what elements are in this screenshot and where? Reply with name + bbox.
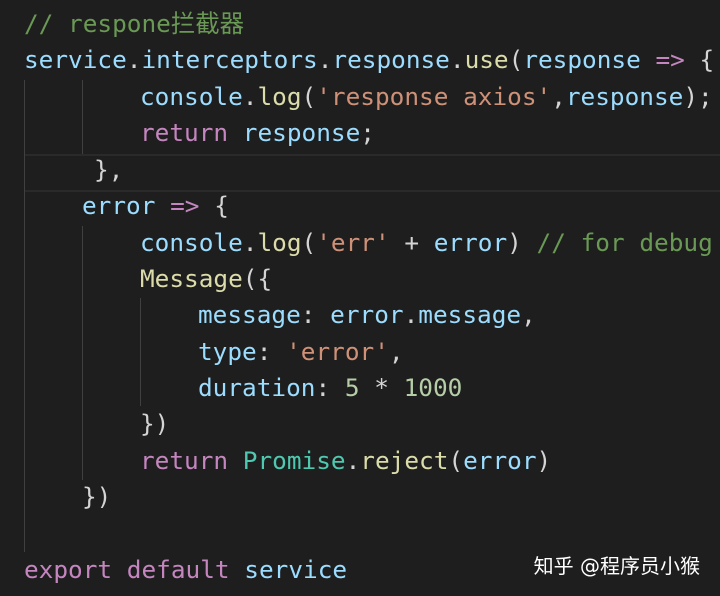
code-line-8: Message({: [140, 261, 272, 297]
identifier: response: [565, 82, 684, 111]
comment: // respone拦截器: [24, 9, 245, 38]
keyword: return: [140, 446, 229, 475]
code-line-12: }): [140, 406, 169, 442]
punctuation: ): [536, 446, 552, 475]
watermark: 知乎 @程序员小猴: [533, 554, 700, 578]
code-line-11: duration: 5 * 1000: [198, 370, 462, 406]
indent-guide: [24, 80, 25, 190]
punctuation: .: [317, 45, 333, 74]
indent-guide: [82, 80, 83, 154]
code-line-14: }): [82, 479, 111, 515]
number-literal: 5: [344, 373, 360, 402]
punctuation: ,: [551, 82, 566, 111]
property-key: type: [198, 337, 257, 366]
keyword: default: [126, 555, 230, 584]
indent-guide: [24, 190, 25, 552]
indent-guide: [82, 226, 83, 480]
punctuation: ;: [360, 118, 375, 147]
keyword: export: [24, 555, 113, 584]
string-literal: 'response axios': [316, 82, 552, 111]
code-line-6: error => {: [82, 188, 229, 224]
string-literal: 'err': [316, 228, 390, 257]
punctuation: :: [315, 373, 345, 402]
function-name: use: [464, 45, 509, 74]
arrow-operator: =>: [640, 45, 700, 74]
punctuation: (: [301, 228, 317, 257]
code-editor[interactable]: // respone拦截器 service.interceptors.respo…: [0, 0, 720, 596]
punctuation: .: [126, 45, 142, 74]
punctuation: ({: [242, 264, 273, 293]
punctuation: ): [507, 228, 537, 257]
punctuation: );: [683, 82, 713, 111]
code-line-7: console.log('err' + error) // for debug: [140, 225, 713, 261]
identifier: response: [332, 45, 450, 74]
function-name: reject: [360, 446, 449, 475]
number-literal: 1000: [403, 373, 463, 402]
punctuation: {: [214, 191, 229, 220]
current-line-highlight: [24, 154, 720, 192]
property-key: message: [198, 300, 301, 329]
punctuation: .: [242, 228, 258, 257]
code-line-2: service.interceptors.response.use(respon…: [24, 42, 714, 78]
function-name: log: [257, 228, 302, 257]
class-name: Promise: [242, 446, 346, 475]
code-line-10: type: 'error',: [198, 334, 404, 370]
function-name: log: [257, 82, 302, 111]
identifier: error: [433, 228, 508, 257]
indent-guide: [140, 298, 141, 406]
punctuation: {: [699, 45, 715, 74]
punctuation: .: [403, 300, 419, 329]
punctuation: .: [449, 45, 465, 74]
comment: // for debug: [536, 228, 713, 257]
operator: +: [389, 228, 434, 257]
arrow-operator: =>: [155, 191, 215, 220]
punctuation: :: [300, 300, 331, 329]
code-line-4: return response;: [140, 115, 375, 151]
punctuation: (: [508, 45, 524, 74]
punctuation: ,: [521, 300, 536, 329]
identifier: service: [24, 45, 127, 74]
identifier: response: [242, 118, 361, 147]
identifier: console: [140, 228, 243, 257]
property-key: duration: [198, 373, 316, 402]
operator: *: [359, 373, 404, 402]
parameter: response: [523, 45, 641, 74]
code-line-16: export default service: [24, 552, 347, 588]
code-line-9: message: error.message,: [198, 297, 536, 333]
code-line-1: // respone拦截器: [24, 6, 244, 42]
function-name: Message: [140, 264, 243, 293]
punctuation: }): [140, 409, 170, 438]
punctuation: .: [242, 82, 258, 111]
punctuation: ,: [388, 337, 404, 366]
string-literal: 'error': [286, 337, 389, 366]
identifier: interceptors: [141, 45, 318, 74]
code-line-13: return Promise.reject(error): [140, 443, 551, 479]
identifier: console: [140, 82, 243, 111]
identifier: error: [330, 300, 404, 329]
code-line-5: },: [94, 152, 123, 188]
parameter: error: [82, 191, 156, 220]
code-line-3: console.log('response axios',response);: [140, 79, 713, 115]
punctuation: (: [448, 446, 464, 475]
punctuation: }): [82, 482, 112, 511]
punctuation: .: [345, 446, 361, 475]
property: message: [418, 300, 522, 329]
identifier: service: [244, 555, 348, 584]
punctuation: :: [256, 337, 287, 366]
punctuation: (: [301, 82, 317, 111]
keyword: return: [140, 118, 229, 147]
identifier: error: [463, 446, 537, 475]
punctuation: },: [94, 155, 124, 184]
